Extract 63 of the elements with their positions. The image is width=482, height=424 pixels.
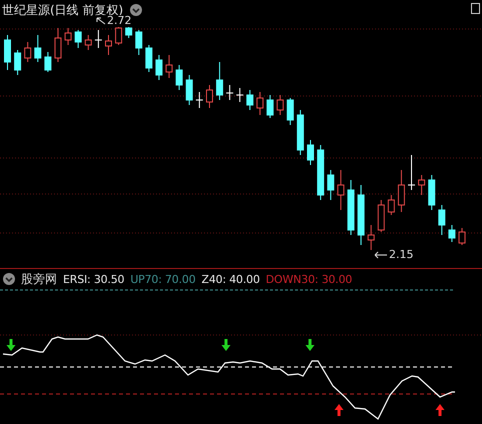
- candlestick: [358, 184, 364, 246]
- candlestick: [54, 28, 62, 62]
- candlestick: [105, 34, 112, 56]
- candlestick: [145, 44, 152, 72]
- candlestick: [408, 154, 416, 190]
- candlestick: [388, 194, 395, 216]
- candlestick: [135, 30, 142, 56]
- indicator-name: 股旁网: [21, 270, 57, 288]
- candlestick: [296, 110, 304, 156]
- candlestick: [216, 62, 224, 100]
- candlestick: [317, 144, 324, 200]
- candlestick: [24, 42, 32, 62]
- up-arrow-icon: [334, 404, 344, 416]
- legend-text: DOWN30: 30.00: [266, 272, 352, 286]
- candlestick: [156, 54, 162, 80]
- up-arrow-icon: [436, 404, 444, 416]
- candlestick: [206, 84, 213, 108]
- candlestick: [166, 54, 173, 78]
- candlestick: [286, 98, 294, 126]
- candlestick: [94, 30, 102, 48]
- candlestick: [64, 28, 72, 46]
- candlestick: [14, 50, 22, 76]
- candlestick: [186, 74, 193, 106]
- candlestick: [327, 170, 334, 200]
- dropdown-icon[interactable]: [130, 4, 142, 16]
- candlestick: [438, 204, 446, 236]
- candlestick: [195, 92, 204, 108]
- candlestick: [226, 84, 234, 100]
- legend-text: Z40: 40.00: [202, 272, 260, 286]
- panel-toggle-icon[interactable]: [471, 3, 480, 14]
- arrow-icon: [96, 17, 106, 25]
- candlestick: [84, 34, 92, 50]
- candlestick: [276, 94, 284, 116]
- down-arrow-icon: [306, 339, 314, 351]
- candlestick: [44, 52, 52, 72]
- candlestick: [368, 224, 375, 250]
- candlestick: [448, 224, 456, 242]
- dropdown-icon[interactable]: [3, 273, 15, 285]
- candlestick: [347, 180, 354, 236]
- high-price-label: 2.72: [107, 15, 132, 27]
- arrow-icon: [374, 251, 388, 259]
- candlestick: [176, 64, 183, 90]
- candlestick: [266, 94, 274, 118]
- down-arrow-icon: [222, 339, 230, 351]
- candlestick: [236, 88, 244, 102]
- down-arrow-icon: [6, 339, 16, 351]
- candlestick: [428, 174, 436, 210]
- candlestick: [256, 92, 264, 116]
- legend-text: ERSI: 30.50: [63, 272, 124, 286]
- candlestick: [125, 24, 132, 38]
- low-price-label: 2.15: [389, 249, 414, 261]
- candlestick: [418, 174, 426, 196]
- candlestick: [246, 90, 254, 110]
- candlestick: [398, 170, 405, 212]
- candlestick: [34, 34, 42, 62]
- candlestick: [307, 140, 314, 166]
- candlestick: [378, 200, 385, 232]
- candlestick: [4, 34, 11, 70]
- candlestick: [458, 228, 466, 246]
- chart-title: 世纪星源(日线 前复权): [2, 3, 124, 17]
- candlestick: [74, 30, 82, 48]
- candlestick: [337, 170, 344, 210]
- legend-text: UP70: 70.00: [130, 272, 196, 286]
